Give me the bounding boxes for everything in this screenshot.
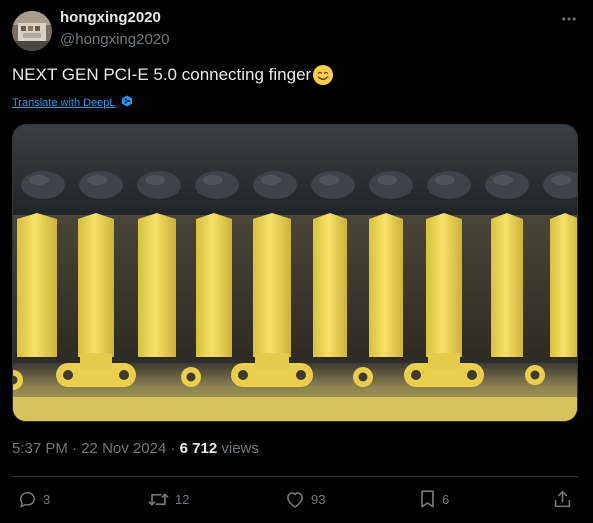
reply-icon (18, 490, 37, 509)
views-label: views (217, 440, 259, 457)
translate-link[interactable]: Translate with DeepL (12, 95, 133, 110)
repost-count: 12 (175, 491, 190, 507)
divider (12, 476, 578, 477)
repost-icon (148, 490, 169, 509)
author-handle[interactable]: @hongxing2020 (60, 31, 169, 48)
smiling-face-with-tear-icon (312, 64, 334, 86)
tweet-text: NEXT GEN PCI-E 5.0 connecting finger (12, 64, 334, 86)
reply-count: 3 (43, 491, 51, 507)
heart-icon (285, 490, 305, 509)
like-button[interactable]: 93 (285, 487, 325, 511)
translate-label: Translate with DeepL (12, 96, 116, 109)
share-button[interactable] (553, 487, 572, 511)
meta-separator: · (166, 440, 180, 457)
more-horizontal-icon (556, 10, 582, 28)
meta-separator: · (67, 440, 82, 457)
tweet-media-photo[interactable] (12, 124, 578, 422)
bookmark-button[interactable]: 6 (419, 487, 449, 511)
tweet-date[interactable]: 22 Nov 2024 (81, 440, 166, 457)
avatar[interactable] (12, 11, 52, 51)
more-options-button[interactable] (556, 8, 582, 30)
author-display-name[interactable]: hongxing2020 (60, 9, 161, 26)
tweet-meta: 5:37 PM · 22 Nov 2024 · 6 712 views (12, 440, 259, 457)
reply-button[interactable]: 3 (18, 487, 50, 511)
share-icon (553, 489, 572, 509)
tweet-text-body: NEXT GEN PCI-E 5.0 connecting finger (12, 65, 312, 84)
deepl-icon (121, 95, 133, 110)
repost-button[interactable]: 12 (148, 487, 189, 511)
views-count: 6 712 (179, 440, 218, 457)
bookmark-count: 6 (442, 491, 450, 507)
bookmark-icon (419, 489, 436, 509)
tweet-time[interactable]: 5:37 PM (12, 440, 68, 457)
like-count: 93 (311, 491, 326, 507)
